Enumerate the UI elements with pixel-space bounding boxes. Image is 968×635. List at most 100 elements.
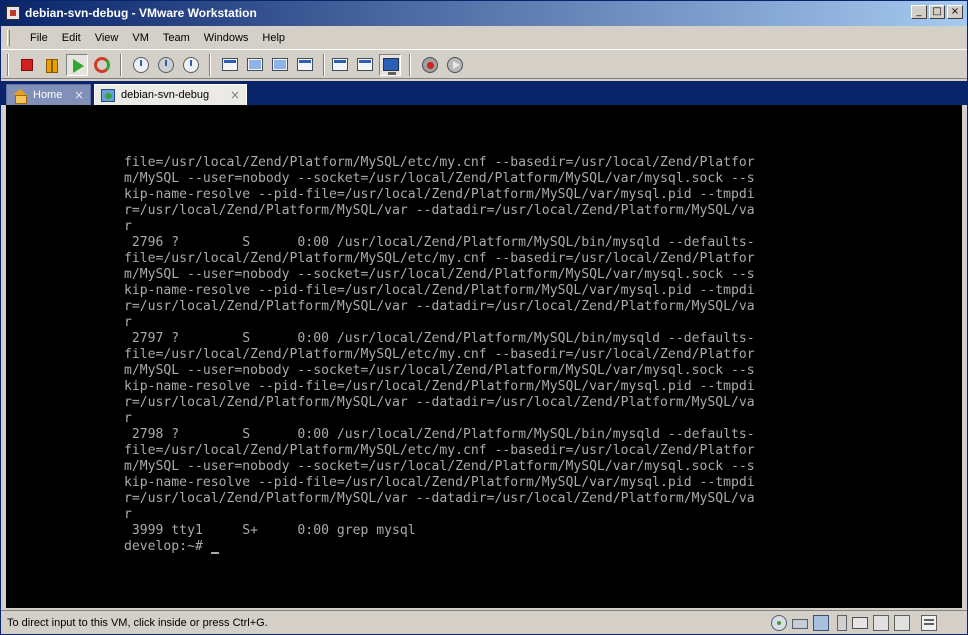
stop-icon (21, 59, 33, 71)
quick-switch-icon (247, 58, 263, 71)
window-controls: _ □ × (911, 5, 963, 19)
tab-debian-svn-debug[interactable]: debian-svn-debug × (94, 84, 247, 105)
minimize-button[interactable]: _ (911, 5, 927, 19)
vmware-app-icon[interactable] (6, 6, 20, 20)
console-line: file=/usr/local/Zend/Platform/MySQL/etc/… (124, 443, 755, 458)
summary-icon (332, 58, 348, 71)
tab-label: Home (33, 89, 63, 101)
console-line: r=/usr/local/Zend/Platform/MySQL/var --d… (124, 491, 755, 506)
close-button[interactable]: × (947, 5, 963, 19)
snapshot-manager-button[interactable] (180, 54, 202, 76)
suspend-button[interactable] (41, 54, 63, 76)
usb-icon[interactable] (837, 615, 847, 631)
pause-icon (46, 59, 58, 73)
console-line: r=/usr/local/Zend/Platform/MySQL/var --d… (124, 395, 755, 410)
menu-bar: File Edit View VM Team Windows Help (1, 27, 967, 49)
record-button[interactable] (419, 54, 441, 76)
console-line: 2798 ? S 0:00 /usr/local/Zend/Platform/M… (124, 427, 755, 442)
status-bar: To direct input to this VM, click inside… (1, 610, 967, 634)
power-off-button[interactable] (16, 54, 38, 76)
menu-windows[interactable]: Windows (197, 29, 256, 47)
summary-view-button[interactable] (329, 54, 351, 76)
console-line: r=/usr/local/Zend/Platform/MySQL/var --d… (124, 203, 755, 218)
quick-switch-button[interactable] (244, 54, 266, 76)
vm-console[interactable]: file=/usr/local/Zend/Platform/MySQL/etc/… (6, 105, 962, 608)
console-line: kip-name-resolve --pid-file=/usr/local/Z… (124, 187, 755, 202)
show-sidebar-button[interactable] (219, 54, 241, 76)
tab-label: debian-svn-debug (121, 89, 210, 101)
status-message: To direct input to this VM, click inside… (7, 617, 268, 629)
menu-edit[interactable]: Edit (55, 29, 88, 47)
console-line: m/MySQL --user=nobody --socket=/usr/loca… (124, 171, 755, 186)
snapshot-icon (133, 57, 149, 73)
printer-icon[interactable] (852, 617, 868, 629)
console-line: r (124, 411, 132, 426)
console-line: r (124, 219, 132, 234)
title-bar[interactable]: debian-svn-debug - VMware Workstation _ … (1, 1, 967, 26)
toolbar-separator (323, 54, 325, 76)
console-line: 2796 ? S 0:00 /usr/local/Zend/Platform/M… (124, 235, 755, 250)
console-line: kip-name-resolve --pid-file=/usr/local/Z… (124, 475, 755, 490)
toolbar-separator (120, 54, 122, 76)
power-on-button[interactable] (66, 54, 88, 76)
console-line: file=/usr/local/Zend/Platform/MySQL/etc/… (124, 155, 755, 170)
record-icon (422, 57, 438, 73)
close-icon[interactable]: × (74, 88, 84, 102)
full-screen-icon (272, 58, 288, 71)
sidebar-icon (222, 58, 238, 71)
console-line: m/MySQL --user=nobody --socket=/usr/loca… (124, 267, 755, 282)
device-icons (771, 615, 937, 631)
console-output: file=/usr/local/Zend/Platform/MySQL/etc/… (124, 155, 755, 555)
unity-button[interactable] (294, 54, 316, 76)
menu-vm[interactable]: VM (125, 29, 156, 47)
menu-view[interactable]: View (88, 29, 126, 47)
toolbar-separator (409, 54, 411, 76)
console-line: file=/usr/local/Zend/Platform/MySQL/etc/… (124, 347, 755, 362)
take-snapshot-button[interactable] (130, 54, 152, 76)
tab-home[interactable]: Home × (6, 84, 91, 105)
console-line: kip-name-resolve --pid-file=/usr/local/Z… (124, 283, 755, 298)
revert-snapshot-icon (158, 57, 174, 73)
console-line: file=/usr/local/Zend/Platform/MySQL/etc/… (124, 251, 755, 266)
window-title: debian-svn-debug - VMware Workstation (25, 6, 257, 20)
toolbar (1, 49, 967, 79)
reset-icon (94, 57, 110, 73)
console-view-button[interactable] (379, 54, 401, 76)
revert-snapshot-button[interactable] (155, 54, 177, 76)
close-icon[interactable]: × (230, 88, 240, 102)
menu-grip-icon (7, 30, 10, 46)
appliance-icon (357, 58, 373, 71)
play-icon (73, 59, 84, 73)
unity-icon (297, 58, 313, 71)
console-line: 3999 tty1 S+ 0:00 grep mysql (124, 523, 416, 538)
replay-icon (447, 57, 463, 73)
console-line: r=/usr/local/Zend/Platform/MySQL/var --d… (124, 299, 755, 314)
hdd-icon[interactable] (792, 619, 808, 629)
menu-team[interactable]: Team (156, 29, 197, 47)
console-line: kip-name-resolve --pid-file=/usr/local/Z… (124, 379, 755, 394)
full-screen-button[interactable] (269, 54, 291, 76)
console-line: r (124, 315, 132, 330)
console-line: r (124, 507, 132, 522)
replay-button[interactable] (444, 54, 466, 76)
vm-icon (101, 88, 115, 102)
network-icon[interactable] (813, 615, 829, 631)
message-icon[interactable] (921, 615, 937, 631)
cd-icon[interactable] (771, 615, 787, 631)
shell-prompt: develop:~# (124, 539, 755, 555)
appliance-view-button[interactable] (354, 54, 376, 76)
snapshot-manager-icon (183, 57, 199, 73)
vmware-window: debian-svn-debug - VMware Workstation _ … (0, 0, 968, 635)
home-icon (13, 88, 27, 104)
floppy-icon[interactable] (894, 615, 910, 631)
console-line: m/MySQL --user=nobody --socket=/usr/loca… (124, 363, 755, 378)
reset-button[interactable] (91, 54, 113, 76)
console-line: 2797 ? S 0:00 /usr/local/Zend/Platform/M… (124, 331, 755, 346)
console-icon (383, 58, 399, 75)
sound-icon[interactable] (873, 615, 889, 631)
maximize-button[interactable]: □ (929, 5, 945, 19)
prompt-text: develop:~# (124, 539, 211, 554)
tab-strip: Home × debian-svn-debug × (1, 81, 967, 105)
menu-file[interactable]: File (23, 29, 55, 47)
menu-help[interactable]: Help (255, 29, 292, 47)
